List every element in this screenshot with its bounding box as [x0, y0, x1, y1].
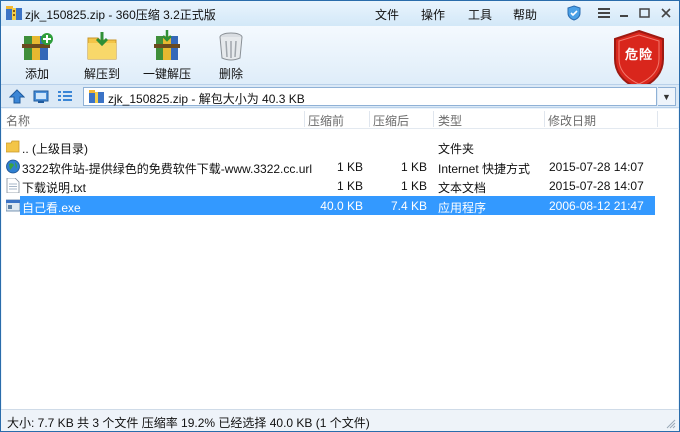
file-type: 文本文档 — [438, 181, 487, 195]
file-name: .. (上级目录) — [22, 142, 88, 156]
folder-icon — [6, 140, 20, 153]
file-compressed-size: 1 KB — [400, 179, 427, 193]
chevron-down-icon[interactable]: ▼ — [658, 87, 676, 106]
file-type: Internet 快捷方式 — [438, 161, 531, 176]
file-compressed-size: 1 KB — [400, 159, 427, 174]
menu-operation[interactable]: 操作 — [421, 6, 445, 23]
delete-button[interactable]: 删除 — [201, 28, 261, 82]
path-field[interactable]: zjk_150825.zip - 解包大小为 40.3 KB — [83, 87, 657, 106]
desktop-icon[interactable] — [33, 89, 49, 104]
one-click-extract-icon — [154, 30, 180, 60]
column-name[interactable]: 名称 — [6, 112, 30, 129]
zip-archive-icon — [89, 90, 104, 103]
globe-icon — [6, 159, 20, 173]
status-bar: 大小: 7.7 KB 共 3 个文件 压缩率 19.2% 已经选择 40.0 K… — [1, 409, 679, 431]
close-icon[interactable] — [655, 3, 677, 23]
danger-text: 危险 — [624, 47, 653, 62]
file-modified: 2015-07-28 14:07 — [549, 159, 644, 174]
list-header: 名称 压缩前 压缩后 类型 修改日期 — [2, 109, 678, 129]
table-row[interactable]: .. (上级目录) 文件夹 — [2, 137, 678, 157]
one-click-extract-button[interactable]: 一键解压 — [137, 28, 197, 82]
file-list: 名称 压缩前 压缩后 类型 修改日期 .. (上级目录) 文件夹 3322软件站… — [2, 109, 678, 409]
menu-tools[interactable]: 工具 — [468, 6, 492, 23]
file-rows: .. (上级目录) 文件夹 3322软件站-提供绿色的免费软件下载-www.33… — [2, 137, 678, 215]
table-row[interactable]: 3322软件站-提供绿色的免费软件下载-www.3322.cc.url 1 KB… — [2, 157, 678, 177]
danger-badge[interactable]: 危险 — [609, 29, 669, 91]
menu-file[interactable]: 文件 — [375, 6, 399, 23]
extract-to-button[interactable]: 解压到 — [72, 28, 132, 82]
address-bar: zjk_150825.zip - 解包大小为 40.3 KB ▼ — [1, 84, 679, 108]
file-type: 文件夹 — [438, 142, 475, 156]
column-divider[interactable] — [369, 111, 370, 127]
toolbar: 添加 解压到 一键解压 删除 危险 — [1, 26, 679, 91]
add-label: 添加 — [24, 67, 49, 81]
menu-help[interactable]: 帮助 — [513, 6, 537, 23]
shield-icon[interactable] — [563, 3, 585, 23]
file-type: 应用程序 — [438, 200, 487, 215]
text-file-icon — [6, 178, 20, 193]
column-divider[interactable] — [544, 111, 545, 127]
file-original-size: 1 KB — [336, 159, 363, 174]
exe-icon — [6, 199, 20, 211]
menu-lines-icon[interactable] — [593, 3, 615, 23]
zip-archive-icon — [6, 6, 22, 20]
file-name: 自己看.exe — [22, 200, 81, 215]
column-divider[interactable] — [433, 111, 434, 127]
extract-to-icon — [87, 32, 117, 60]
table-row[interactable]: 下载说明.txt 1 KB 1 KB 文本文档 2015-07-28 14:07 — [2, 176, 678, 196]
column-original-size[interactable]: 压缩前 — [308, 112, 344, 129]
column-compressed-size[interactable]: 压缩后 — [373, 112, 409, 129]
app-window: zjk_150825.zip - 360压缩 3.2正式版 文件 操作 工具 帮… — [0, 0, 680, 432]
maximize-icon[interactable] — [633, 3, 655, 23]
one-click-extract-label: 一键解压 — [142, 67, 191, 81]
column-type[interactable]: 类型 — [438, 112, 462, 129]
status-text: 大小: 7.7 KB 共 3 个文件 压缩率 19.2% 已经选择 40.0 K… — [7, 416, 370, 430]
table-row-selected[interactable]: 自己看.exe 40.0 KB 7.4 KB 应用程序 2006-08-12 2… — [2, 195, 678, 216]
extract-to-label: 解压到 — [83, 67, 120, 81]
delete-label: 删除 — [218, 67, 243, 81]
file-original-size: 1 KB — [336, 179, 363, 193]
title-bar: zjk_150825.zip - 360压缩 3.2正式版 文件 操作 工具 帮… — [1, 1, 679, 26]
column-divider[interactable] — [657, 111, 658, 127]
minimize-icon[interactable] — [613, 3, 635, 23]
window-title: zjk_150825.zip - 360压缩 3.2正式版 — [25, 8, 216, 22]
up-arrow-icon[interactable] — [9, 89, 25, 104]
column-divider[interactable] — [304, 111, 305, 127]
resize-grip-icon[interactable] — [666, 419, 676, 429]
path-text: zjk_150825.zip - 解包大小为 40.3 KB — [108, 92, 305, 106]
list-view-icon[interactable] — [57, 89, 73, 104]
file-name: 下载说明.txt — [22, 181, 87, 195]
column-modified[interactable]: 修改日期 — [548, 112, 596, 129]
file-modified: 2015-07-28 14:07 — [549, 179, 644, 193]
add-button[interactable]: 添加 — [7, 28, 67, 82]
file-name: 3322软件站-提供绿色的免费软件下载-www.3322.cc.url — [22, 161, 313, 176]
add-archive-icon — [22, 33, 53, 60]
file-original-size: 40.0 KB — [320, 198, 363, 213]
file-modified: 2006-08-12 21:47 — [549, 198, 644, 213]
delete-icon — [219, 32, 243, 61]
file-compressed-size: 7.4 KB — [390, 198, 427, 213]
